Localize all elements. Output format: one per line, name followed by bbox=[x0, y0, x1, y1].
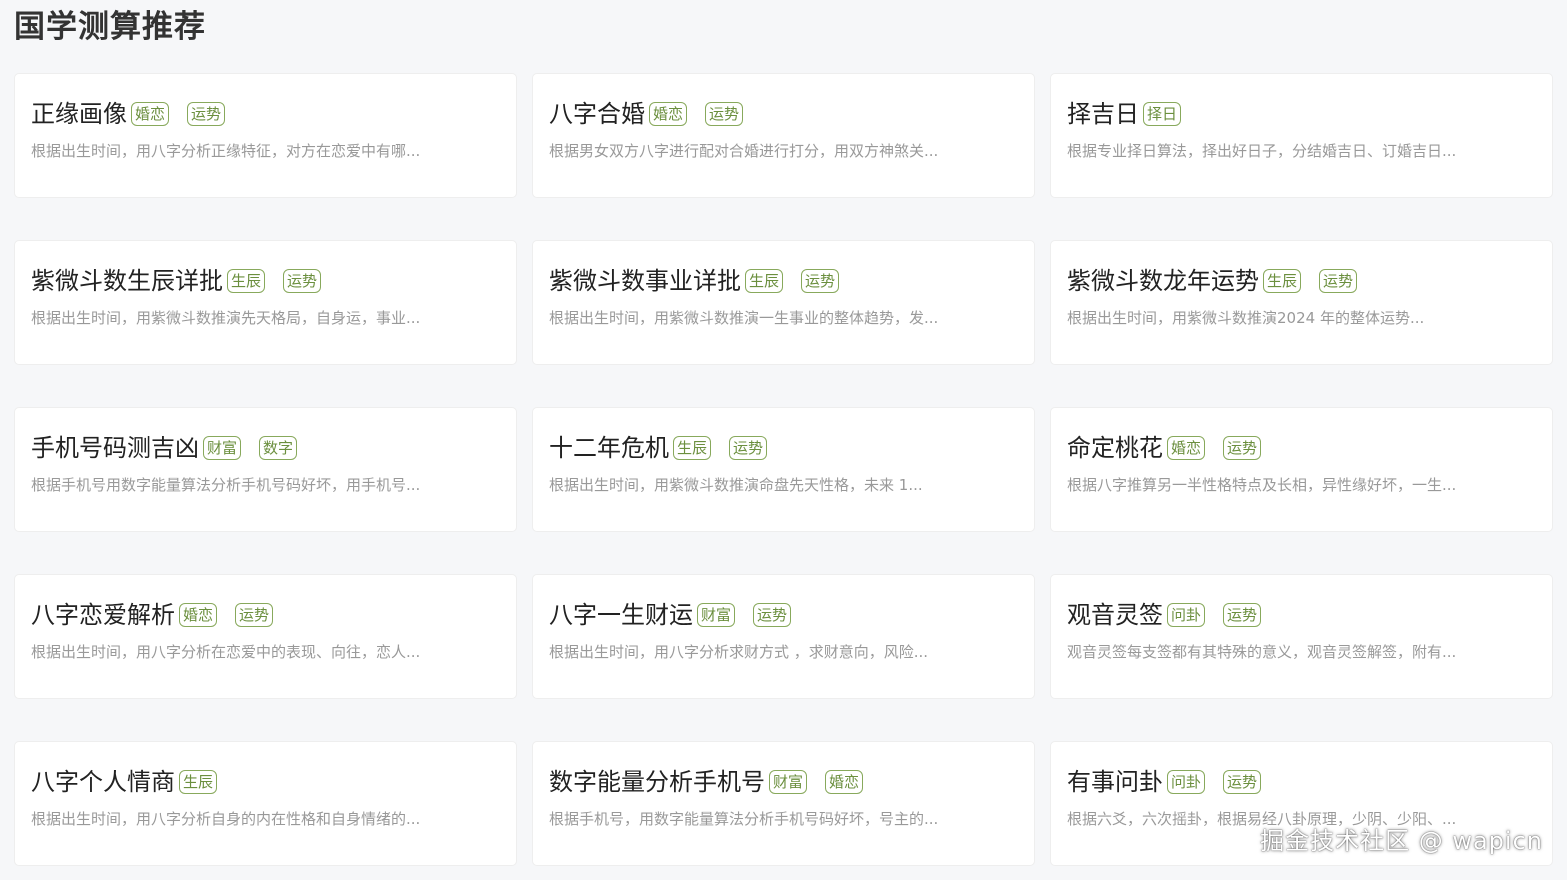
card-title: 观音灵签 bbox=[1067, 601, 1163, 629]
card-title: 八字合婚 bbox=[549, 100, 645, 128]
card-tag: 运势 bbox=[1319, 269, 1358, 293]
card-description: 根据出生时间，用八字分析自身的内在性格和自身情绪的... bbox=[31, 810, 421, 828]
card-description: 根据手机号，用数字能量算法分析手机号码好坏，号主的... bbox=[549, 810, 939, 828]
card-title: 有事问卦 bbox=[1067, 768, 1163, 796]
card-tag: 婚恋 bbox=[825, 770, 864, 794]
card-title: 紫微斗数生辰详批 bbox=[31, 267, 223, 295]
card-title: 紫微斗数事业详批 bbox=[549, 267, 741, 295]
card-tag: 择日 bbox=[1143, 102, 1182, 126]
card-tag: 运势 bbox=[753, 603, 792, 627]
card-header: 命定桃花 婚恋 运势 bbox=[1067, 430, 1536, 466]
card-title: 正缘画像 bbox=[31, 100, 127, 128]
card-2[interactable]: 择吉日 择日根据专业择日算法，择出好日子，分结婚吉日、订婚吉日... bbox=[1050, 73, 1553, 198]
card-tag: 婚恋 bbox=[649, 102, 688, 126]
card-12[interactable]: 八字个人情商 生辰根据出生时间，用八字分析自身的内在性格和自身情绪的... bbox=[14, 741, 517, 866]
card-description: 根据手机号用数字能量算法分析手机号码好坏，用手机号... bbox=[31, 476, 421, 494]
card-tag: 运势 bbox=[729, 436, 768, 460]
card-title: 数字能量分析手机号 bbox=[549, 768, 765, 796]
card-1[interactable]: 八字合婚 婚恋 运势根据男女双方八字进行配对合婚进行打分，用双方神煞关... bbox=[532, 73, 1035, 198]
card-tag: 数字 bbox=[259, 436, 298, 460]
card-tag: 生辰 bbox=[1263, 269, 1302, 293]
card-tag: 运势 bbox=[1223, 770, 1262, 794]
card-tag: 运势 bbox=[187, 102, 226, 126]
card-5[interactable]: 紫微斗数龙年运势 生辰 运势根据出生时间，用紫微斗数推演2024 年的整体运势... bbox=[1050, 240, 1553, 365]
card-header: 正缘画像 婚恋 运势 bbox=[31, 96, 500, 132]
card-tag: 财富 bbox=[769, 770, 808, 794]
card-4[interactable]: 紫微斗数事业详批 生辰 运势根据出生时间，用紫微斗数推演一生事业的整体趋势，发... bbox=[532, 240, 1035, 365]
card-header: 有事问卦 问卦 运势 bbox=[1067, 764, 1536, 800]
card-7[interactable]: 十二年危机 生辰 运势根据出生时间，用紫微斗数推演命盘先天性格，未来 1... bbox=[532, 407, 1035, 532]
card-header: 八字恋爱解析 婚恋 运势 bbox=[31, 597, 500, 633]
card-description: 根据出生时间，用紫微斗数推演先天格局，自身运，事业... bbox=[31, 309, 421, 327]
card-title: 八字恋爱解析 bbox=[31, 601, 175, 629]
card-header: 手机号码测吉凶 财富 数字 bbox=[31, 430, 500, 466]
card-title: 十二年危机 bbox=[549, 434, 669, 462]
card-title: 紫微斗数龙年运势 bbox=[1067, 267, 1259, 295]
card-tag: 运势 bbox=[801, 269, 840, 293]
card-title: 八字一生财运 bbox=[549, 601, 693, 629]
card-header: 十二年危机 生辰 运势 bbox=[549, 430, 1018, 466]
card-tag: 运势 bbox=[705, 102, 744, 126]
card-tag: 运势 bbox=[235, 603, 274, 627]
card-header: 择吉日 择日 bbox=[1067, 96, 1536, 132]
card-title: 择吉日 bbox=[1067, 100, 1139, 128]
card-header: 观音灵签 问卦 运势 bbox=[1067, 597, 1536, 633]
card-tag: 婚恋 bbox=[179, 603, 218, 627]
card-header: 紫微斗数龙年运势 生辰 运势 bbox=[1067, 263, 1536, 299]
card-title: 八字个人情商 bbox=[31, 768, 175, 796]
card-header: 八字合婚 婚恋 运势 bbox=[549, 96, 1018, 132]
card-description: 根据出生时间，用八字分析求财方式 ，求财意向，风险... bbox=[549, 643, 929, 661]
card-description: 根据专业择日算法，择出好日子，分结婚吉日、订婚吉日... bbox=[1067, 142, 1457, 160]
card-title: 命定桃花 bbox=[1067, 434, 1163, 462]
card-6[interactable]: 手机号码测吉凶 财富 数字根据手机号用数字能量算法分析手机号码好坏，用手机号... bbox=[14, 407, 517, 532]
card-header: 数字能量分析手机号 财富 婚恋 bbox=[549, 764, 1018, 800]
card-description: 根据八字推算另一半性格特点及长相，异性缘好坏，一生... bbox=[1067, 476, 1457, 494]
card-description: 根据男女双方八字进行配对合婚进行打分，用双方神煞关... bbox=[549, 142, 939, 160]
card-11[interactable]: 观音灵签 问卦 运势观音灵签每支签都有其特殊的意义，观音灵签解签，附有... bbox=[1050, 574, 1553, 699]
card-3[interactable]: 紫微斗数生辰详批 生辰 运势根据出生时间，用紫微斗数推演先天格局，自身运，事业... bbox=[14, 240, 517, 365]
card-tag: 运势 bbox=[283, 269, 322, 293]
card-10[interactable]: 八字一生财运 财富 运势根据出生时间，用八字分析求财方式 ，求财意向，风险... bbox=[532, 574, 1035, 699]
card-description: 根据出生时间，用紫微斗数推演2024 年的整体运势... bbox=[1067, 309, 1425, 327]
card-tag: 生辰 bbox=[745, 269, 784, 293]
card-header: 八字一生财运 财富 运势 bbox=[549, 597, 1018, 633]
card-header: 紫微斗数事业详批 生辰 运势 bbox=[549, 263, 1018, 299]
card-8[interactable]: 命定桃花 婚恋 运势根据八字推算另一半性格特点及长相，异性缘好坏，一生... bbox=[1050, 407, 1553, 532]
card-0[interactable]: 正缘画像 婚恋 运势根据出生时间，用八字分析正缘特征，对方在恋爱中有哪... bbox=[14, 73, 517, 198]
card-tag: 财富 bbox=[697, 603, 736, 627]
card-tag: 生辰 bbox=[179, 770, 218, 794]
card-header: 紫微斗数生辰详批 生辰 运势 bbox=[31, 263, 500, 299]
card-tag: 婚恋 bbox=[131, 102, 170, 126]
card-9[interactable]: 八字恋爱解析 婚恋 运势根据出生时间，用八字分析在恋爱中的表现、向往，恋人... bbox=[14, 574, 517, 699]
card-title: 手机号码测吉凶 bbox=[31, 434, 199, 462]
card-header: 八字个人情商 生辰 bbox=[31, 764, 500, 800]
card-description: 根据出生时间，用八字分析在恋爱中的表现、向往，恋人... bbox=[31, 643, 421, 661]
card-description: 根据出生时间，用八字分析正缘特征，对方在恋爱中有哪... bbox=[31, 142, 421, 160]
watermark: 掘金技术社区 @ wapicn bbox=[1260, 827, 1543, 855]
card-tag: 运势 bbox=[1223, 603, 1262, 627]
card-tag: 运势 bbox=[1223, 436, 1262, 460]
card-13[interactable]: 数字能量分析手机号 财富 婚恋根据手机号，用数字能量算法分析手机号码好坏，号主的..… bbox=[532, 741, 1035, 866]
card-tag: 问卦 bbox=[1167, 770, 1206, 794]
card-tag: 生辰 bbox=[673, 436, 712, 460]
card-tag: 婚恋 bbox=[1167, 436, 1206, 460]
card-tag: 问卦 bbox=[1167, 603, 1206, 627]
card-grid: 正缘画像 婚恋 运势 根据出生时间，用八字分析正缘特征，对方在恋爱中有哪... 八字合婚… bbox=[14, 73, 1554, 866]
card-description: 根据出生时间，用紫微斗数推演一生事业的整体趋势，发... bbox=[549, 309, 939, 327]
card-description: 观音灵签每支签都有其特殊的意义，观音灵签解签，附有... bbox=[1067, 643, 1457, 661]
page-title: 国学测算推荐 bbox=[14, 9, 206, 45]
card-tag: 财富 bbox=[203, 436, 242, 460]
card-description: 根据出生时间，用紫微斗数推演命盘先天性格，未来 1... bbox=[549, 476, 923, 494]
card-tag: 生辰 bbox=[227, 269, 266, 293]
